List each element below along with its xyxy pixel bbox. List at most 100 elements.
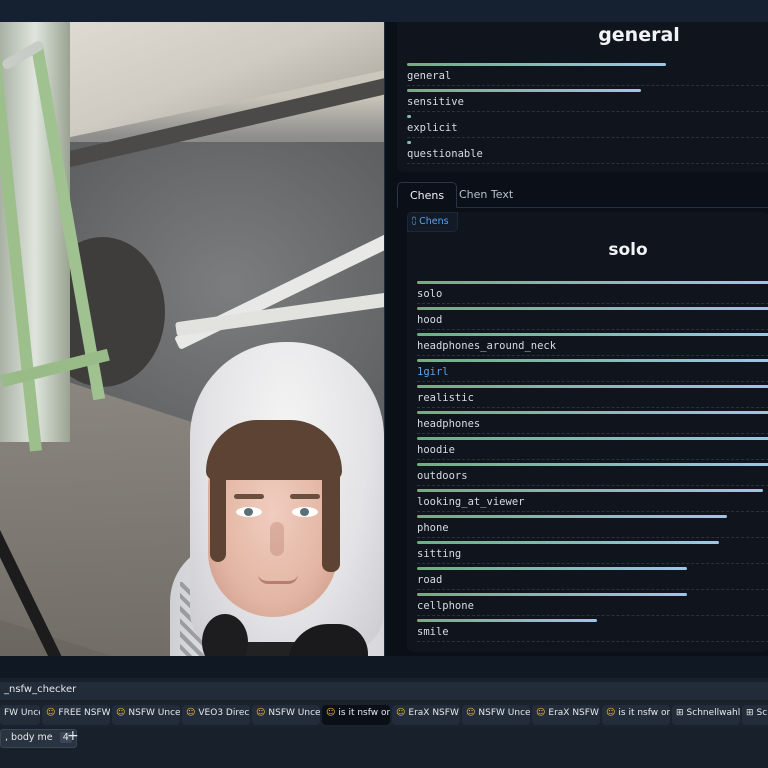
confidence-row: headphones_around_neck — [417, 330, 768, 356]
browser-tab-label: Schne — [756, 708, 768, 718]
confidence-label: phone — [417, 522, 449, 534]
eye — [292, 507, 318, 517]
confidence-bar — [417, 411, 768, 414]
browser-tab[interactable]: ☺ is it nsfw or — [322, 705, 390, 725]
tag-list: solo hood headphones_around_neck 1girl reali… — [417, 278, 768, 642]
confidence-row: cellphone — [417, 590, 768, 616]
browser-tab[interactable]: ☺ EraX NSFW — [532, 705, 600, 725]
tab-group-row: , body me 4 + — [0, 728, 768, 749]
confidence-bar — [417, 281, 768, 284]
browser-tab[interactable]: ☺ NSFW Unce — [462, 705, 530, 725]
grid-icon: ⊞ — [676, 708, 684, 718]
browser-tab-label: VEO3 Direc — [198, 708, 250, 718]
label-chip-text: Chens — [419, 216, 449, 227]
status-strip — [0, 656, 768, 678]
tab-group-label: , body me — [5, 732, 53, 743]
confidence-bar — [417, 541, 719, 544]
hugging-face-icon: ☺ — [116, 708, 126, 718]
browser-tab[interactable]: ☺ NSFW Unce — [112, 705, 180, 725]
tab-chen-text[interactable]: Chen Text — [447, 182, 525, 208]
confidence-label: questionable — [407, 148, 483, 160]
label-chip-icon: ⩇ — [412, 217, 417, 227]
confidence-row: sitting — [417, 538, 768, 564]
confidence-label: sitting — [417, 548, 462, 560]
confidence-bar — [407, 141, 411, 144]
confidence-bar — [417, 385, 768, 388]
rating-card: general general sensitive explicit question… — [397, 22, 768, 172]
confidence-bar — [407, 63, 666, 66]
browser-tab-label: is it nsfw or — [338, 708, 390, 718]
confidence-row: explicit — [407, 112, 768, 138]
confidence-row: general — [407, 60, 768, 86]
confidence-bar — [417, 333, 768, 336]
confidence-bar — [407, 115, 411, 118]
confidence-row: 1girl — [417, 356, 768, 382]
tab-group-chip[interactable]: , body me 4 — [0, 729, 77, 748]
confidence-row: smile — [417, 616, 768, 642]
confidence-label: realistic — [417, 392, 474, 404]
hair-strand — [210, 452, 226, 562]
eye — [236, 507, 262, 517]
confidence-label: solo — [417, 288, 443, 300]
browser-tab-label: EraX NSFW — [408, 708, 459, 718]
hair-strand — [322, 452, 340, 572]
hugging-face-icon: ☺ — [536, 708, 546, 718]
label-chip: ⩇ Chens — [407, 212, 458, 232]
confidence-label: explicit — [407, 122, 458, 134]
browser-tab[interactable]: ☺ is it nsfw or — [602, 705, 670, 725]
browser-tab[interactable]: ☺ FREE NSFW — [42, 705, 110, 725]
confidence-label: hoodie — [417, 444, 455, 456]
browser-tab-label: NSFW Unce — [128, 708, 180, 718]
person-selfie — [170, 342, 384, 656]
confidence-row: solo — [417, 278, 768, 304]
grid-icon: ⊞ — [746, 708, 754, 718]
confidence-label: looking_at_viewer — [417, 496, 525, 508]
confidence-row: phone — [417, 512, 768, 538]
confidence-label: smile — [417, 626, 449, 638]
browser-tab[interactable]: ☺ NSFW Unce — [252, 705, 320, 725]
browser-chrome: _nsfw_checker FW Unce ☺ FREE NSFW ☺ NSFW Unc… — [0, 656, 768, 768]
confidence-bar — [417, 515, 727, 518]
address-bar[interactable]: _nsfw_checker — [0, 682, 768, 700]
eyebrow — [234, 494, 264, 499]
confidence-bar — [407, 89, 641, 92]
hugging-face-icon: ☺ — [396, 708, 406, 718]
confidence-bar — [417, 593, 687, 596]
confidence-row: questionable — [407, 138, 768, 164]
confidence-label: general — [407, 70, 452, 82]
rating-title: general — [598, 24, 680, 46]
confidence-label: hood — [417, 314, 443, 326]
confidence-bar — [417, 567, 687, 570]
browser-tab-label: NSFW Unce — [478, 708, 530, 718]
confidence-row: realistic — [417, 382, 768, 408]
mouth — [258, 574, 298, 584]
browser-tab[interactable]: ⊞ Schnellwahl — [672, 705, 740, 725]
hugging-face-icon: ☺ — [466, 708, 476, 718]
tags-card: ⩇ Chens solo solo hood headphones_around_n… — [407, 212, 768, 652]
uploaded-image[interactable] — [0, 22, 384, 656]
browser-tab[interactable]: ☺ EraX NSFW — [392, 705, 460, 725]
confidence-bar — [417, 307, 768, 310]
window-top-bar — [0, 0, 768, 22]
tags-title: solo — [608, 240, 648, 260]
hugging-face-icon: ☺ — [186, 708, 196, 718]
rating-list: general sensitive explicit questionable — [407, 60, 768, 164]
confidence-label: road — [417, 574, 443, 586]
browser-tab[interactable]: ☺ VEO3 Direc — [182, 705, 250, 725]
nose — [270, 522, 284, 556]
confidence-bar — [417, 359, 768, 362]
confidence-row: road — [417, 564, 768, 590]
hugging-face-icon: ☺ — [326, 708, 336, 718]
confidence-row: hoodie — [417, 434, 768, 460]
browser-tab[interactable]: ⊞Schne — [742, 705, 768, 725]
hugging-face-icon: ☺ — [606, 708, 616, 718]
confidence-row: sensitive — [407, 86, 768, 112]
result-tabs: Chens Chen Text — [397, 182, 768, 208]
results-panel: general general sensitive explicit question… — [384, 22, 768, 656]
confidence-label[interactable]: 1girl — [417, 366, 449, 378]
browser-tab[interactable]: FW Unce — [0, 705, 40, 725]
browser-tab-label: Schnellwahl — [686, 708, 740, 718]
confidence-label: outdoors — [417, 470, 468, 482]
browser-tab-label: FREE NSFW — [58, 708, 110, 718]
new-tab-button[interactable]: + — [67, 728, 79, 744]
